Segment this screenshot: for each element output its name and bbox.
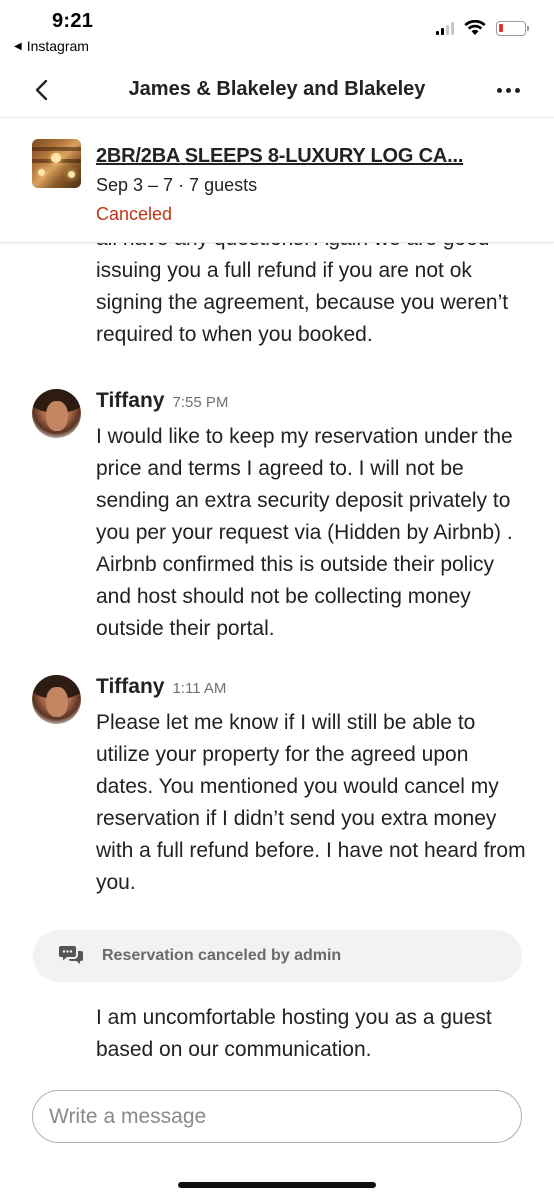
back-to-app-link[interactable]: ◀ Instagram: [14, 38, 89, 54]
back-app-label: Instagram: [26, 38, 89, 54]
system-notice: Reservation canceled by admin: [33, 930, 522, 982]
sender-name: Tiffany: [96, 389, 165, 412]
message-thread[interactable]: all have any questions. Again we are goo…: [0, 243, 554, 1088]
conversation-header: James & Blakeley and Blakeley: [0, 62, 554, 118]
message-text: I would like to keep my reservation unde…: [96, 425, 513, 640]
home-indicator[interactable]: [178, 1182, 376, 1188]
battery-icon: [496, 20, 529, 36]
message-input[interactable]: [49, 1103, 499, 1131]
avatar[interactable]: [32, 389, 81, 438]
listing-thumbnail: [32, 139, 81, 188]
message-time: 1:11 AM: [172, 680, 227, 697]
listing-title-link[interactable]: 2BR/2BA SLEEPS 8-LUXURY LOG CA...: [96, 145, 463, 168]
status-icons: [436, 20, 529, 36]
message-text: Please let me know if I will still be ab…: [96, 711, 526, 894]
host-message-text: I am uncomfortable hosting you as a gues…: [96, 1006, 492, 1061]
reservation-status: Canceled: [96, 204, 173, 224]
message-composer[interactable]: [32, 1090, 522, 1143]
previous-message-continuation: all have any questions. Again we are goo…: [96, 243, 509, 346]
more-horizontal-icon: [496, 87, 502, 93]
back-triangle-icon: ◀: [14, 40, 22, 52]
cellular-signal-icon: [436, 21, 454, 35]
wifi-icon: [464, 20, 486, 35]
listing-summary[interactable]: 2BR/2BA SLEEPS 8-LUXURY LOG CA... Sep 3 …: [0, 125, 554, 243]
more-options-button[interactable]: [492, 76, 524, 104]
chat-bubbles-icon: [59, 946, 83, 964]
sender-name: Tiffany: [96, 675, 165, 698]
conversation-title: James & Blakeley and Blakeley: [128, 78, 426, 100]
status-time: 9:21: [52, 10, 94, 32]
system-notice-text: Reservation canceled by admin: [102, 947, 342, 964]
avatar[interactable]: [32, 675, 81, 724]
status-bar: 9:21 ◀ Instagram: [0, 0, 554, 60]
listing-dates: Sep 3 – 7 · 7 guests: [96, 175, 258, 195]
message-time: 7:55 PM: [172, 394, 229, 411]
